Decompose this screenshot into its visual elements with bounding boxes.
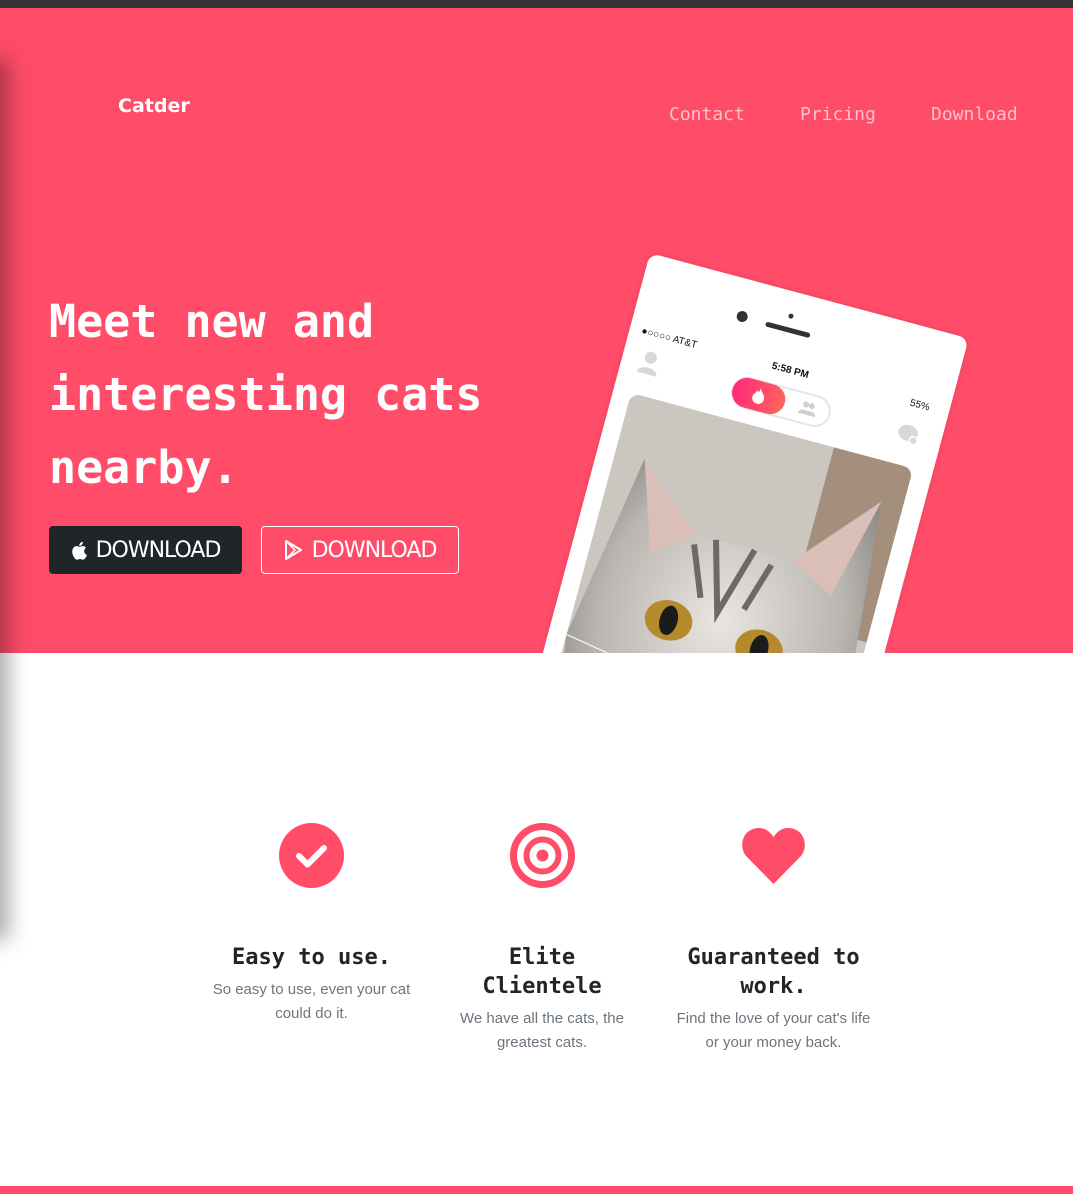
headline-line-1: Meet new and <box>49 295 375 348</box>
profile-icon <box>636 351 657 377</box>
headline-line-2: interesting cats <box>49 368 483 421</box>
feature-easy-to-use: Easy to use. So easy to use, even your c… <box>205 943 418 1026</box>
app-store-button-label: DOWNLOAD <box>95 537 222 563</box>
heart-icon <box>742 827 805 884</box>
phone-camera <box>735 309 749 324</box>
google-play-button-label: DOWNLOAD <box>311 537 438 563</box>
phone-frame: ●○○○○ AT&T 5:58 PM 55% <box>505 253 969 653</box>
feature-title: Guaranteed to work. <box>687 945 860 999</box>
feature-title: Easy to use. <box>232 945 391 970</box>
features-section: Easy to use. So easy to use, even your c… <box>0 653 1073 1186</box>
browser-top-border <box>0 0 1073 8</box>
feature-guaranteed: Guaranteed to work. Find the love of you… <box>676 943 871 1055</box>
nav-pricing[interactable]: Pricing <box>800 104 876 125</box>
nav-contact[interactable]: Contact <box>669 104 745 125</box>
google-play-icon <box>284 540 302 560</box>
check-circle-icon <box>279 823 344 888</box>
target-icon <box>510 823 575 888</box>
google-play-download-button[interactable]: DOWNLOAD <box>261 526 459 574</box>
battery-text: 55% <box>908 397 931 414</box>
feature-text: Find the love of your cat's life or your… <box>676 1010 871 1051</box>
brand-logo[interactable]: Catder <box>118 95 190 117</box>
chat-icon <box>898 424 919 446</box>
feature-title: Elite Clientele <box>482 945 602 999</box>
hero-headline: Meet new and interesting cats nearby. <box>49 285 549 504</box>
hero-section: Catder Contact Pricing Download Meet new… <box>0 8 1073 653</box>
phone-speaker <box>764 321 811 339</box>
app-store-download-button[interactable]: DOWNLOAD <box>49 526 242 574</box>
next-section-edge <box>0 1186 1073 1194</box>
flame-icon <box>728 374 789 418</box>
feature-text: So easy to use, even your cat could do i… <box>212 981 411 1022</box>
headline-line-3: nearby. <box>49 441 239 494</box>
nav-download[interactable]: Download <box>931 104 1018 125</box>
apple-icon <box>71 541 87 560</box>
phone-sensor <box>787 313 795 320</box>
people-icon <box>797 401 816 418</box>
feature-text: We have all the cats, the greatest cats. <box>460 1010 624 1051</box>
feature-elite-clientele: Elite Clientele We have all the cats, th… <box>452 943 632 1055</box>
